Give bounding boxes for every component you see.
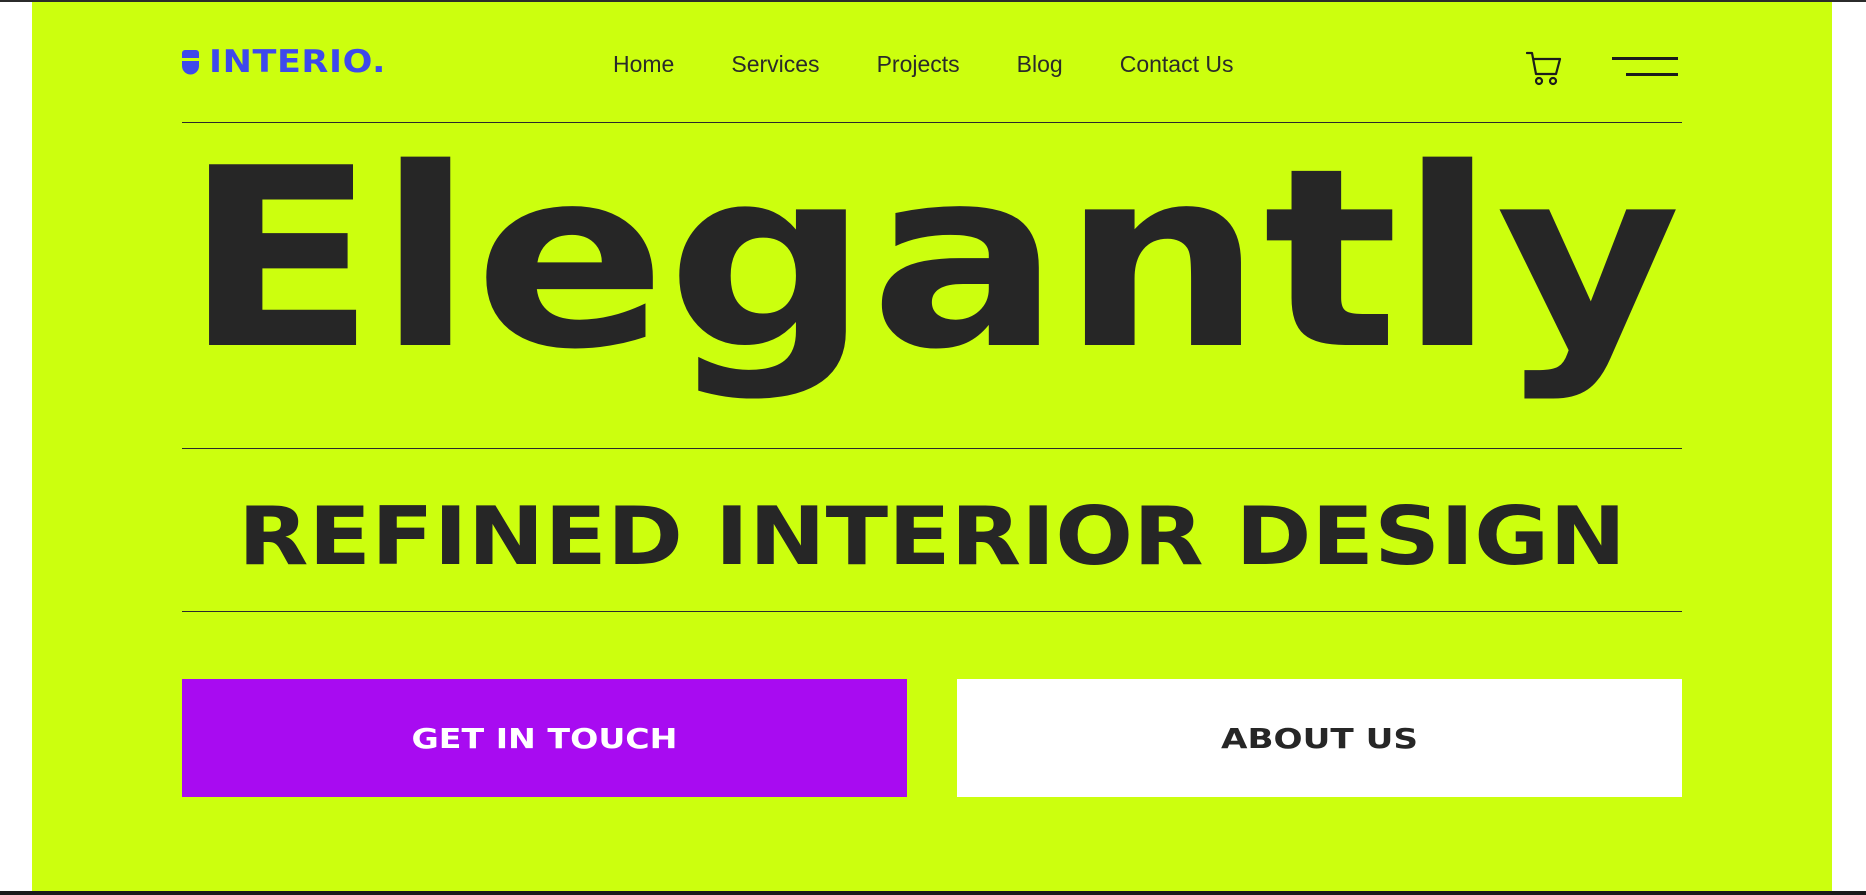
logo-mark-icon <box>182 49 199 74</box>
hamburger-menu-icon[interactable] <box>1610 54 1680 80</box>
logo-link[interactable]: INTERIO. <box>182 46 385 78</box>
brand-name: INTERIO. <box>209 43 387 80</box>
about-us-label-box: ABOUT US <box>1221 722 1418 755</box>
get-in-touch-button[interactable]: GET IN TOUCH <box>182 679 907 797</box>
about-us-button[interactable]: ABOUT US <box>957 679 1682 797</box>
cart-button[interactable] <box>1525 48 1562 86</box>
nav-item-blog[interactable]: Blog <box>1017 50 1063 78</box>
nav-item-services[interactable]: Services <box>731 50 819 78</box>
nav-item-projects[interactable]: Projects <box>877 50 960 78</box>
bottom-border <box>0 891 1866 895</box>
page: INTERIO. Home Services Projects Blog Con… <box>0 0 1866 895</box>
nav-item-home[interactable]: Home <box>613 50 674 78</box>
headline-text: Elegantly <box>183 116 1681 402</box>
nav-item-contact-us[interactable]: Contact Us <box>1120 50 1234 78</box>
headline-divider <box>182 448 1682 449</box>
cart-icon <box>1525 51 1562 86</box>
hero-headline: Elegantly <box>183 116 1681 402</box>
subheadline-divider <box>182 611 1682 612</box>
hero-subheadline: REFINED INTERIOR DESIGN <box>238 492 1626 582</box>
menu-line-bottom <box>1626 73 1678 76</box>
about-us-label: ABOUT US <box>1221 722 1418 755</box>
hero-section: INTERIO. Home Services Projects Blog Con… <box>32 2 1832 891</box>
menu-line-top <box>1612 57 1678 60</box>
main-nav: Home Services Projects Blog Contact Us <box>613 50 1290 78</box>
get-in-touch-label: GET IN TOUCH <box>412 722 678 755</box>
get-in-touch-label-box: GET IN TOUCH <box>412 722 678 755</box>
subheadline-text: REFINED INTERIOR DESIGN <box>238 492 1626 582</box>
